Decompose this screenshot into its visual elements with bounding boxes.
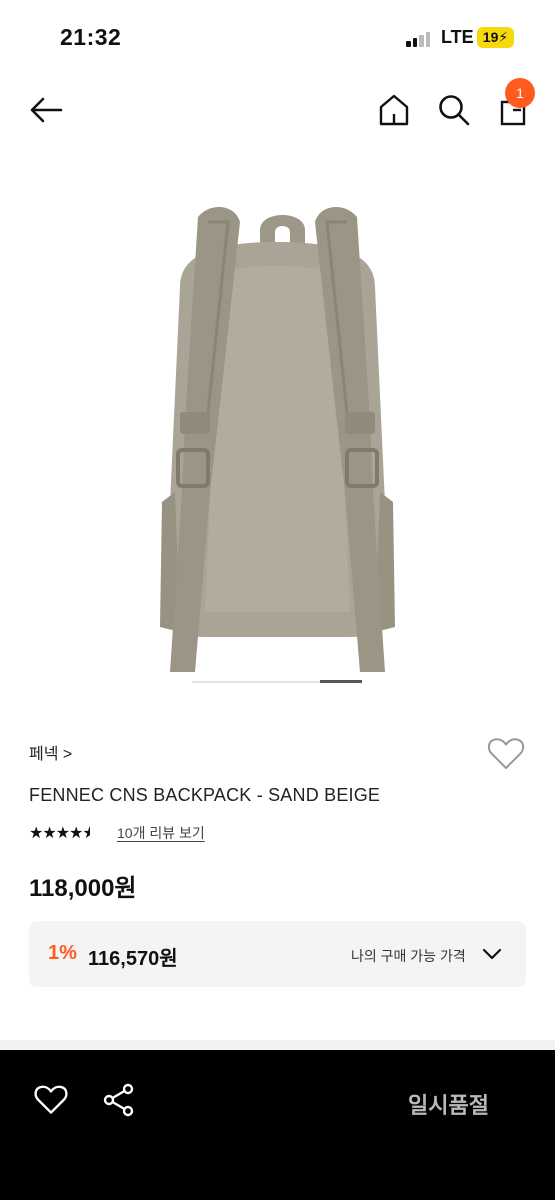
section-divider: [0, 1040, 555, 1050]
status-bar: 21:32 LTE 19⚡: [0, 0, 555, 72]
product-price: 118,000원: [29, 875, 137, 902]
battery-icon: 19⚡: [477, 27, 514, 48]
search-icon[interactable]: [434, 90, 474, 130]
star-half-icon: ★: [82, 825, 91, 842]
heart-icon[interactable]: [486, 734, 526, 774]
star-icon: ★: [29, 825, 43, 842]
share-icon[interactable]: [101, 1082, 137, 1118]
heart-icon[interactable]: [33, 1082, 69, 1118]
cart-count-badge: 1: [505, 78, 535, 108]
star-icon: ★: [55, 825, 70, 842]
star-icon: ★: [42, 825, 56, 842]
discount-price: 116,570원: [88, 948, 178, 970]
my-price-box[interactable]: 1% 116,570원 나의 구매 가능 가격: [29, 921, 526, 987]
status-time: 21:32: [60, 24, 122, 50]
star-rating: ★★★★★: [29, 823, 90, 843]
home-icon[interactable]: [374, 90, 414, 130]
brand-link[interactable]: 페넥 >: [29, 740, 72, 764]
network-label: LTE: [441, 27, 474, 47]
gallery-pager-indicator: [320, 680, 362, 683]
product-image[interactable]: [100, 192, 455, 692]
battery-level: 19: [482, 29, 499, 45]
signal-icon: [406, 31, 434, 47]
discount-percent: 1%: [48, 942, 77, 964]
bottom-action-bar: 일시품절: [0, 1050, 555, 1200]
review-link[interactable]: 10개 리뷰 보기: [117, 823, 205, 843]
product-name: FENNEC CNS BACKPACK - SAND BEIGE: [29, 785, 381, 805]
back-arrow-icon[interactable]: [26, 90, 66, 130]
my-price-label: 나의 구매 가능 가격: [351, 948, 466, 964]
top-nav: [0, 72, 555, 148]
chevron-down-icon[interactable]: [481, 943, 503, 965]
sold-out-button[interactable]: 일시품절: [408, 1088, 489, 1120]
star-icon: ★: [69, 825, 83, 842]
